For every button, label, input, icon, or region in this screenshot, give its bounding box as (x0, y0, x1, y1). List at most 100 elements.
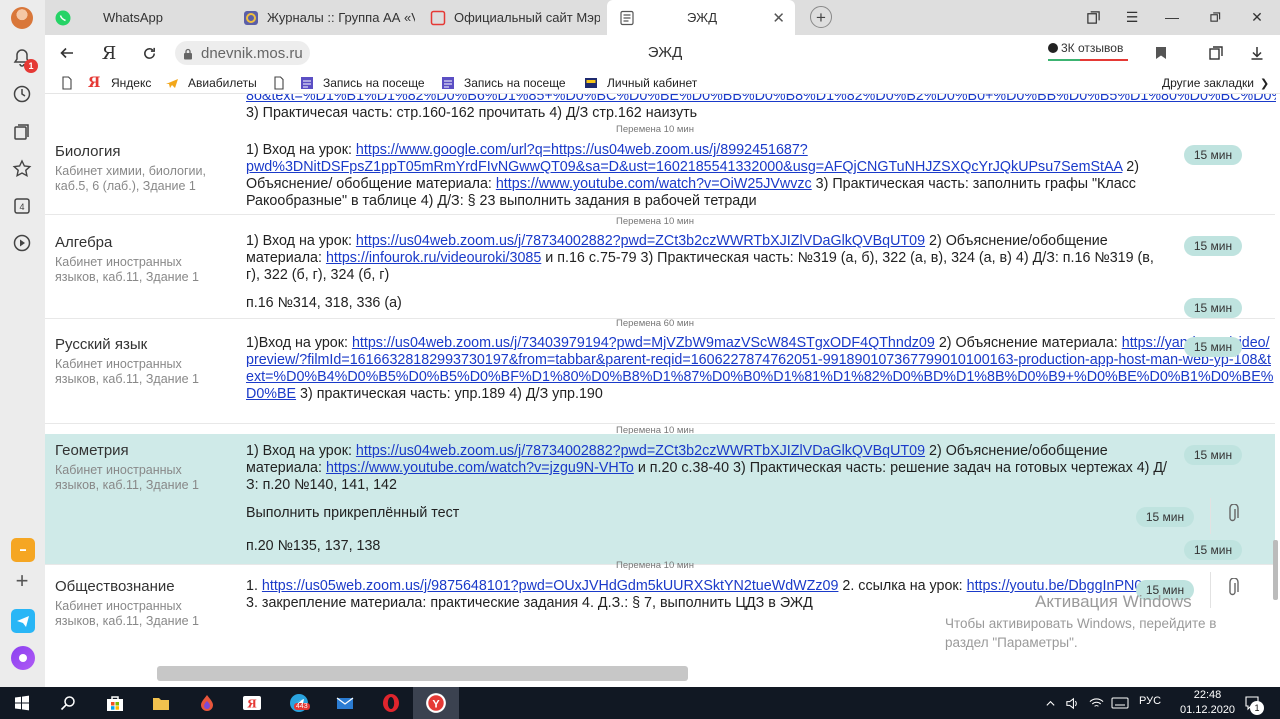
close-tab-icon[interactable]: ✕ (772, 9, 785, 27)
collections-icon[interactable] (11, 121, 33, 143)
lesson-row: Биология Кабинет химии, биологии, каб.5,… (45, 135, 1275, 215)
bookmark-yandex[interactable]: Я Яндекс (88, 75, 151, 91)
subject-name: Геометрия (55, 442, 129, 459)
rating-bar (1048, 59, 1128, 61)
bookmark-flag-icon[interactable] (1151, 43, 1171, 63)
video-play-icon[interactable] (11, 232, 33, 254)
minimize-icon[interactable]: — (1162, 7, 1182, 27)
browser-drop-icon[interactable] (195, 691, 219, 715)
horizontal-scrollbar-thumb[interactable] (157, 666, 688, 681)
paperclip-icon[interactable] (1226, 504, 1240, 524)
bookmark-document[interactable] (272, 75, 295, 91)
close-window-icon[interactable]: ✕ (1247, 7, 1267, 27)
duration-badge: 15 мин (1184, 145, 1242, 165)
profile-avatar[interactable] (11, 7, 33, 29)
lesson-text: 1) Вход на урок: (246, 142, 356, 158)
bookmark-personal-cabinet[interactable]: Личный кабинет (584, 75, 697, 91)
yandex-taskbar-active-icon[interactable]: Y (413, 687, 459, 719)
menu-hamburger-icon[interactable]: ☰ (1122, 7, 1142, 27)
tab-title: ЭЖД (687, 10, 717, 25)
zoom-link[interactable]: https://www.google.com/url?q=https://us0… (246, 142, 1122, 175)
show-hidden-icons-chevron-icon[interactable] (1038, 691, 1062, 715)
bookmark-label: Авиабилеты (188, 76, 257, 90)
lesson-row: Алгебра Кабинет иностранных языков, каб.… (45, 226, 1275, 319)
address-bar: Я dnevnik.mos.ru ЭЖД 3К отзывов (45, 35, 1280, 71)
video-link[interactable]: https://www.youtube.com/watch?v=OiW25JVw… (496, 176, 812, 192)
lesson-row-current: Геометрия Кабинет иностранных языков, ка… (45, 434, 1275, 565)
network-icon[interactable] (1084, 691, 1108, 715)
other-bookmarks[interactable]: Другие закладки ❯ (1162, 75, 1269, 91)
watermark-line: раздел "Параметры". (945, 635, 1078, 650)
homework-text: п.20 №135, 137, 138 (246, 538, 381, 554)
video-link[interactable]: https://infourok.ru/videouroki/3085 (326, 250, 541, 266)
url-field[interactable]: dnevnik.mos.ru (175, 41, 310, 65)
tab-groups-icon[interactable] (1083, 7, 1103, 27)
bookmark-blank-page[interactable] (60, 75, 83, 91)
clock-time: 22:48 (1193, 689, 1222, 701)
zoom-link[interactable]: https://us04web.zoom.us/j/78734002882?pw… (356, 443, 925, 459)
back-arrow-icon[interactable] (57, 43, 77, 63)
calendar-icon (441, 76, 455, 90)
subject-name: Русский язык (55, 336, 148, 353)
tab-ezhd[interactable]: ЭЖД ✕ (607, 0, 795, 35)
windows-start-icon[interactable] (10, 691, 34, 715)
clock[interactable]: 22:48 01.12.2020 (1180, 688, 1235, 718)
alice-assistant-icon[interactable] (11, 646, 35, 670)
lesson-text: 1) Вход на урок: (246, 443, 356, 459)
previous-lesson-fragment: 8o&text=%D1%B1%D1%82%D0%B6%D1%85+%D0%BC%… (45, 94, 1276, 122)
new-tab-button[interactable]: + (810, 6, 832, 28)
duration-badge: 15 мин (1184, 445, 1242, 465)
downloads-icon[interactable] (1247, 43, 1267, 63)
add-panel-plus-icon[interactable]: + (11, 568, 33, 593)
file-explorer-icon[interactable] (149, 691, 173, 715)
volume-icon[interactable] (1060, 691, 1084, 715)
bookmark-appointment-2[interactable]: Запись на посеще (441, 75, 566, 91)
zoom-link[interactable]: https://us04web.zoom.us/j/73403979194?pw… (352, 335, 935, 351)
lesson-text: 3) Практичесая часть: стр.160-162 прочит… (246, 105, 698, 121)
history-clock-icon[interactable] (11, 83, 33, 105)
card-icon (584, 76, 598, 90)
tab-title: Журналы :: Группа АА «Ve (267, 10, 415, 25)
bookmark-avia[interactable]: Авиабилеты (165, 75, 257, 91)
tab-mos[interactable]: Официальный сайт Мэра (430, 4, 600, 31)
vertical-scrollbar[interactable] (1273, 540, 1278, 600)
break-label: Перемена 10 мин (616, 124, 694, 135)
chevron-right-icon: ❯ (1259, 77, 1270, 90)
video-link[interactable]: https://www.youtube.com/watch?v=jzgu9N-V… (326, 460, 634, 476)
subject-name: Обществознание (55, 578, 175, 595)
test-task-text: Выполнить прикреплённый тест (246, 505, 460, 521)
notification-count-badge: 1 (1250, 701, 1264, 715)
reload-icon[interactable] (139, 43, 159, 63)
store-icon[interactable] (103, 691, 127, 715)
lesson-link[interactable]: 8o&text=%D1%B1%D1%82%D0%B6%D1%85+%D0%BC%… (246, 94, 1276, 104)
mail-icon[interactable] (333, 691, 357, 715)
bookmark-appointment-1[interactable]: Запись на посеще (300, 75, 425, 91)
reviews-button[interactable]: 3К отзывов (1048, 41, 1128, 61)
search-icon[interactable] (56, 691, 80, 715)
keyboard-icon[interactable] (1108, 691, 1132, 715)
yandex-browser-taskbar-icon[interactable]: Я (240, 691, 264, 715)
svg-text:4: 4 (19, 202, 24, 212)
zoom-link[interactable]: https://us05web.zoom.us/j/9875648101?pwd… (262, 578, 839, 594)
bookmarks-star-icon[interactable] (11, 158, 33, 180)
notifications-badge: 1 (24, 59, 38, 73)
paperclip-icon[interactable] (1226, 578, 1240, 598)
restore-window-icon[interactable] (1205, 7, 1225, 27)
marusia-app-icon[interactable]: ▬ (11, 538, 35, 562)
tab-title: Официальный сайт Мэра (454, 10, 600, 25)
lesson-text: 2) Объяснение материала: (934, 335, 1122, 351)
tab-journal[interactable]: Журналы :: Группа АА «Ve (243, 4, 415, 31)
tabs-counter-icon[interactable]: 4 (11, 195, 33, 217)
yandex-home-icon[interactable]: Я (99, 43, 119, 64)
lesson-text: 1)Вход на урок: (246, 335, 352, 351)
send-app-icon[interactable] (11, 609, 35, 633)
svg-text:Y: Y (432, 698, 440, 710)
opera-icon[interactable] (379, 691, 403, 715)
lesson-text: 1) Вход на урок: (246, 233, 356, 249)
zoom-link[interactable]: https://us04web.zoom.us/j/78734002882?pw… (356, 233, 925, 249)
lesson-text: 3) практическая часть: упр.189 4) Д/З уп… (296, 386, 603, 402)
collections-add-icon[interactable] (1206, 43, 1226, 63)
tab-whatsapp[interactable]: WhatsApp (55, 4, 235, 31)
input-language[interactable]: РУС (1139, 695, 1161, 707)
duration-badge: 15 мин (1184, 298, 1242, 318)
